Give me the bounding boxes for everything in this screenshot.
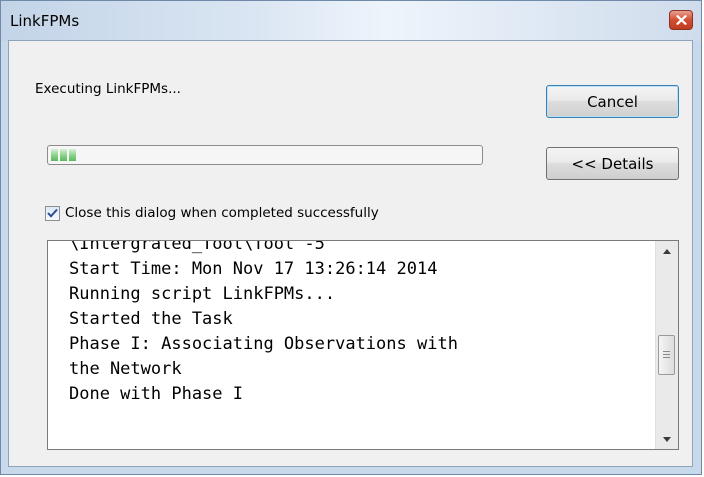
checkmark-icon	[47, 208, 58, 218]
vertical-scrollbar[interactable]	[655, 241, 678, 449]
log-line: Running script LinkFPMs...	[69, 284, 336, 304]
grip-icon	[663, 350, 670, 360]
log-line: Done with Phase I	[69, 384, 243, 404]
progress-segment	[69, 149, 76, 161]
arrow-up-icon	[663, 248, 671, 254]
close-icon	[675, 15, 687, 25]
close-on-complete-checkbox[interactable]	[45, 205, 60, 221]
details-button[interactable]: << Details	[546, 147, 679, 180]
log-output[interactable]: \Intergrated_Tool\Tool -5 Start Time: Mon…	[47, 240, 679, 450]
progress-bar	[47, 145, 483, 165]
scroll-thumb[interactable]	[658, 335, 675, 375]
log-line: Phase I: Associating Observations with	[69, 334, 458, 354]
close-on-complete-option[interactable]: Close this dialog when completed success…	[45, 205, 379, 221]
log-lines: \Intergrated_Tool\Tool -5 Start Time: Mon…	[69, 240, 458, 407]
cancel-button[interactable]: Cancel	[546, 85, 679, 118]
status-text: Executing LinkFPMs...	[35, 81, 181, 97]
log-line: Started the Task	[69, 309, 233, 329]
title-bar[interactable]: LinkFPMs	[1, 1, 701, 41]
checkbox-label: Close this dialog when completed success…	[65, 205, 379, 221]
arrow-down-icon	[663, 436, 671, 442]
log-line: Start Time: Mon Nov 17 13:26:14 2014	[69, 259, 438, 279]
window-title: LinkFPMs	[10, 12, 80, 30]
scroll-down-button[interactable]	[656, 429, 678, 449]
close-button[interactable]	[669, 10, 693, 30]
progress-segment	[51, 149, 58, 161]
progress-segment	[60, 149, 67, 161]
dialog-body: Executing LinkFPMs... Cancel << Details …	[8, 40, 693, 467]
log-line: \Intergrated_Tool\Tool -5	[69, 240, 325, 254]
scroll-up-button[interactable]	[656, 241, 678, 261]
log-line: the Network	[69, 359, 182, 379]
progress-fill	[51, 149, 76, 161]
